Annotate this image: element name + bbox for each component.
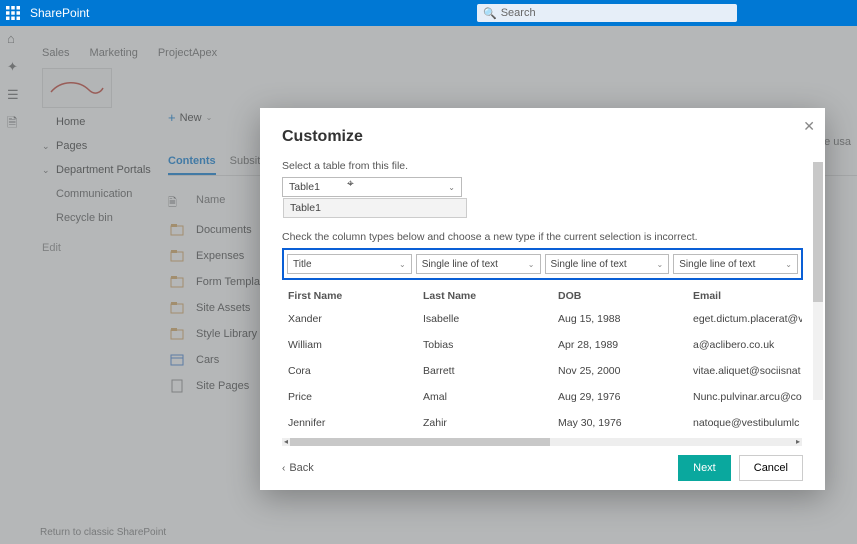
search-placeholder: Search	[501, 7, 536, 19]
column-type-row: Title ⌄ Single line of text ⌄ Single line …	[282, 248, 803, 280]
column-type-select[interactable]: Single line of text ⌄	[416, 254, 541, 274]
next-button[interactable]: Next	[678, 455, 731, 481]
modal-footer: ‹ Back Next Cancel	[260, 446, 825, 490]
cell: Cora	[282, 358, 417, 384]
cell: Barrett	[417, 358, 552, 384]
back-button-label: Back	[289, 462, 313, 474]
app-name: SharePoint	[30, 6, 89, 20]
vertical-scrollbar-thumb[interactable]	[813, 162, 823, 302]
customize-modal: ✕ Customize Select a table from this fil…	[260, 108, 825, 490]
column-header: DOB	[552, 286, 687, 306]
cell: Xander	[282, 306, 417, 332]
select-table-label: Select a table from this file.	[282, 160, 803, 172]
preview-data-grid: First Name Last Name DOB Email XanderIsa…	[282, 286, 802, 446]
table-row: PriceAmalAug 29, 1976Nunc.pulvinar.arcu@…	[282, 384, 802, 410]
horizontal-scrollbar-thumb[interactable]	[290, 438, 550, 446]
cell: Aug 29, 1976	[552, 384, 687, 410]
column-header: Last Name	[417, 286, 552, 306]
column-header: Email	[687, 286, 802, 306]
cell: May 30, 1976	[552, 410, 687, 436]
cell: vitae.aliquet@sociisnat	[687, 358, 802, 384]
table-select[interactable]: Table1 ⌄ ⌖ Table1	[282, 177, 462, 197]
scroll-right-icon[interactable]: ▸	[796, 437, 800, 446]
chevron-down-icon: ⌄	[528, 260, 535, 269]
cell: Aug 15, 1988	[552, 306, 687, 332]
table-row: XanderIsabelleAug 15, 1988eget.dictum.pl…	[282, 306, 802, 332]
cursor-icon: ⌖	[347, 176, 354, 191]
cell: Jennifer	[282, 410, 417, 436]
chevron-left-icon: ‹	[282, 463, 285, 474]
close-icon[interactable]: ✕	[803, 118, 815, 135]
chevron-down-icon: ⌄	[448, 183, 455, 192]
cell: Nunc.pulvinar.arcu@co	[687, 384, 802, 410]
table-row: WilliamTobiasApr 28, 1989a@aclibero.co.u…	[282, 332, 802, 358]
app-launcher-icon[interactable]	[0, 0, 26, 26]
column-type-value: Title	[293, 259, 312, 270]
chevron-down-icon: ⌄	[399, 260, 406, 269]
table-select-value: Table1	[289, 181, 320, 193]
cell: a@aclibero.co.uk	[687, 332, 802, 358]
column-type-select[interactable]: Title ⌄	[287, 254, 412, 274]
column-type-value: Single line of text	[679, 259, 755, 270]
column-type-select[interactable]: Single line of text ⌄	[673, 254, 798, 274]
table-select-option-label: Table1	[290, 202, 321, 214]
next-button-label: Next	[693, 462, 716, 474]
search-icon: 🔍	[483, 7, 497, 20]
search-input[interactable]: 🔍 Search	[477, 4, 737, 22]
back-button[interactable]: ‹ Back	[282, 462, 314, 474]
horizontal-scrollbar[interactable]: ◂ ▸	[282, 438, 802, 446]
cell: Tobias	[417, 332, 552, 358]
table-row: CoraBarrettNov 25, 2000vitae.aliquet@soc…	[282, 358, 802, 384]
column-type-hint: Check the column types below and choose …	[282, 231, 803, 243]
table-row: JenniferZahirMay 30, 1976natoque@vestibu…	[282, 410, 802, 436]
column-type-value: Single line of text	[551, 259, 627, 270]
cell: Apr 28, 1989	[552, 332, 687, 358]
cell: Isabelle	[417, 306, 552, 332]
cancel-button[interactable]: Cancel	[739, 455, 803, 481]
column-header: First Name	[282, 286, 417, 306]
scroll-left-icon[interactable]: ◂	[284, 437, 288, 446]
cell: natoque@vestibulumlc	[687, 410, 802, 436]
table-select-option[interactable]: Table1	[283, 198, 467, 218]
table-header-row: First Name Last Name DOB Email	[282, 286, 802, 306]
chevron-down-icon: ⌄	[785, 260, 792, 269]
suite-bar: SharePoint 🔍 Search	[0, 0, 857, 26]
modal-title: Customize	[282, 128, 803, 146]
cell: Price	[282, 384, 417, 410]
column-type-select[interactable]: Single line of text ⌄	[545, 254, 670, 274]
chevron-down-icon: ⌄	[657, 260, 664, 269]
cell: Zahir	[417, 410, 552, 436]
cell: William	[282, 332, 417, 358]
cell: Nov 25, 2000	[552, 358, 687, 384]
cell: eget.dictum.placerat@v	[687, 306, 802, 332]
cancel-button-label: Cancel	[754, 462, 788, 474]
column-type-value: Single line of text	[422, 259, 498, 270]
cell: Amal	[417, 384, 552, 410]
